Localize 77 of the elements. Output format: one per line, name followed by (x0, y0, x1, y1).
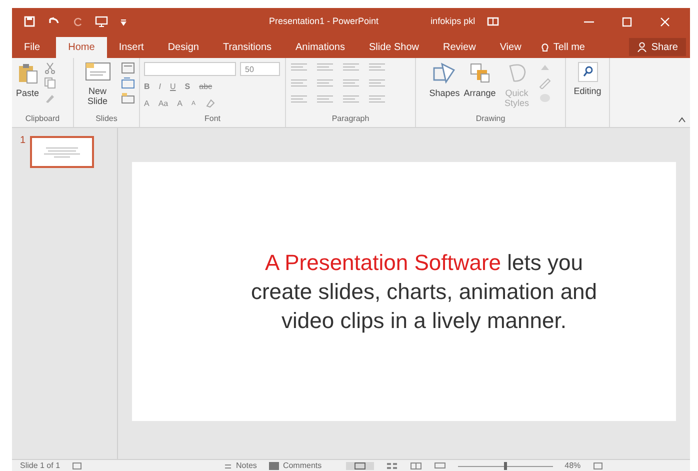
zoom-slider[interactable] (458, 462, 553, 470)
zoom-level: 48% (564, 460, 581, 471)
group-label: Drawing (474, 113, 506, 125)
window-title: Presentation1 - PowerPoint (269, 14, 379, 28)
notes-icon (224, 462, 232, 470)
bold-button[interactable]: B (144, 81, 150, 93)
slide-show-icon[interactable] (434, 462, 446, 470)
ribbon-tab[interactable]: Design (156, 37, 211, 58)
new-slide-button[interactable]: New Slide (78, 62, 117, 106)
ribbon-tab[interactable]: Slide Show (356, 37, 432, 58)
slide-text: A Presentation Software lets you create slides, charts, animation and video clips in a lively manner. (250, 249, 598, 335)
font-size-field[interactable]: 50 (240, 62, 280, 76)
center-icon[interactable] (316, 78, 334, 88)
copy-icon[interactable] (43, 77, 58, 89)
change-case-button[interactable]: Aa (158, 98, 168, 110)
shapes-button[interactable]: Shapes (429, 62, 460, 98)
underline-button[interactable]: U (170, 81, 176, 93)
maximize-icon[interactable] (622, 16, 632, 26)
lightbulb-icon (541, 42, 550, 52)
ribbon-tab[interactable]: File (12, 37, 52, 58)
save-icon[interactable] (24, 16, 35, 27)
slide-number: 1 (20, 136, 26, 146)
justify-icon[interactable] (290, 94, 308, 104)
slide-count: Slide 1 of 1 (20, 460, 60, 471)
align-text-icon[interactable] (368, 78, 386, 88)
search-icon (578, 62, 598, 82)
ribbon-tab[interactable]: Animations (284, 37, 357, 58)
clipboard-icon (16, 62, 38, 84)
customize-icon[interactable] (120, 18, 127, 26)
cut-icon[interactable] (43, 62, 58, 74)
new-slide-icon (84, 62, 110, 82)
reading-view-icon[interactable] (410, 462, 422, 470)
align-right-icon[interactable] (342, 78, 360, 88)
slide-sorter-icon[interactable] (386, 462, 398, 470)
slider-thumb[interactable] (504, 462, 507, 470)
ribbon-display-icon[interactable] (487, 17, 500, 26)
ribbon-tab[interactable]: Review (431, 37, 488, 58)
spelling-icon[interactable] (72, 462, 82, 470)
strikethrough-button[interactable]: abc (199, 81, 212, 93)
group-label: Clipboard (24, 113, 61, 125)
ribbon-tab[interactable]: Transitions (210, 37, 284, 58)
close-icon[interactable] (660, 16, 670, 26)
slide-thumbnail[interactable] (30, 136, 94, 168)
font-name-field[interactable] (144, 62, 236, 76)
group-label: Paragraph (330, 113, 370, 125)
shape-outline-icon[interactable] (538, 77, 552, 89)
group-label: Slides (94, 113, 118, 125)
collapse-ribbon-icon[interactable] (678, 117, 686, 123)
font-color-button[interactable]: A (144, 98, 150, 110)
shadow-button[interactable]: S (184, 81, 190, 93)
align-left-icon[interactable] (290, 78, 308, 88)
editing-button[interactable]: Editing (574, 62, 602, 96)
fit-slide-icon[interactable] (592, 462, 603, 470)
section-icon[interactable] (121, 92, 135, 104)
increase-font-button[interactable]: A (177, 98, 182, 110)
person-icon (637, 42, 648, 52)
user-name[interactable]: infokips pkl (430, 14, 476, 28)
tell-me-button[interactable]: Tell me (533, 37, 593, 58)
presenter-icon[interactable] (95, 16, 108, 27)
reset-icon[interactable] (121, 77, 135, 89)
paste-button[interactable]: Paste (16, 62, 40, 98)
layout-icon[interactable] (121, 62, 135, 74)
slide-canvas[interactable]: A Presentation Software lets you create slides, charts, animation and video clips in a lively manner. (132, 162, 676, 421)
share-button[interactable]: Share (629, 38, 686, 56)
ribbon-tab[interactable]: Insert (106, 37, 156, 58)
arrange-button[interactable]: Arrange (464, 62, 496, 98)
normal-view-icon[interactable] (354, 462, 366, 470)
ribbon-tab[interactable]: View (488, 37, 534, 58)
comments-button[interactable]: Comments (268, 460, 322, 471)
italic-button[interactable]: I (158, 81, 162, 93)
arrange-icon (468, 62, 491, 84)
comment-icon (268, 462, 279, 470)
ribbon-tab[interactable]: Home (56, 37, 107, 58)
notes-button[interactable]: Notes (224, 460, 257, 471)
group-label: Font (203, 113, 222, 125)
clear-formatting-icon[interactable] (204, 98, 214, 108)
shapes-icon (432, 62, 456, 84)
